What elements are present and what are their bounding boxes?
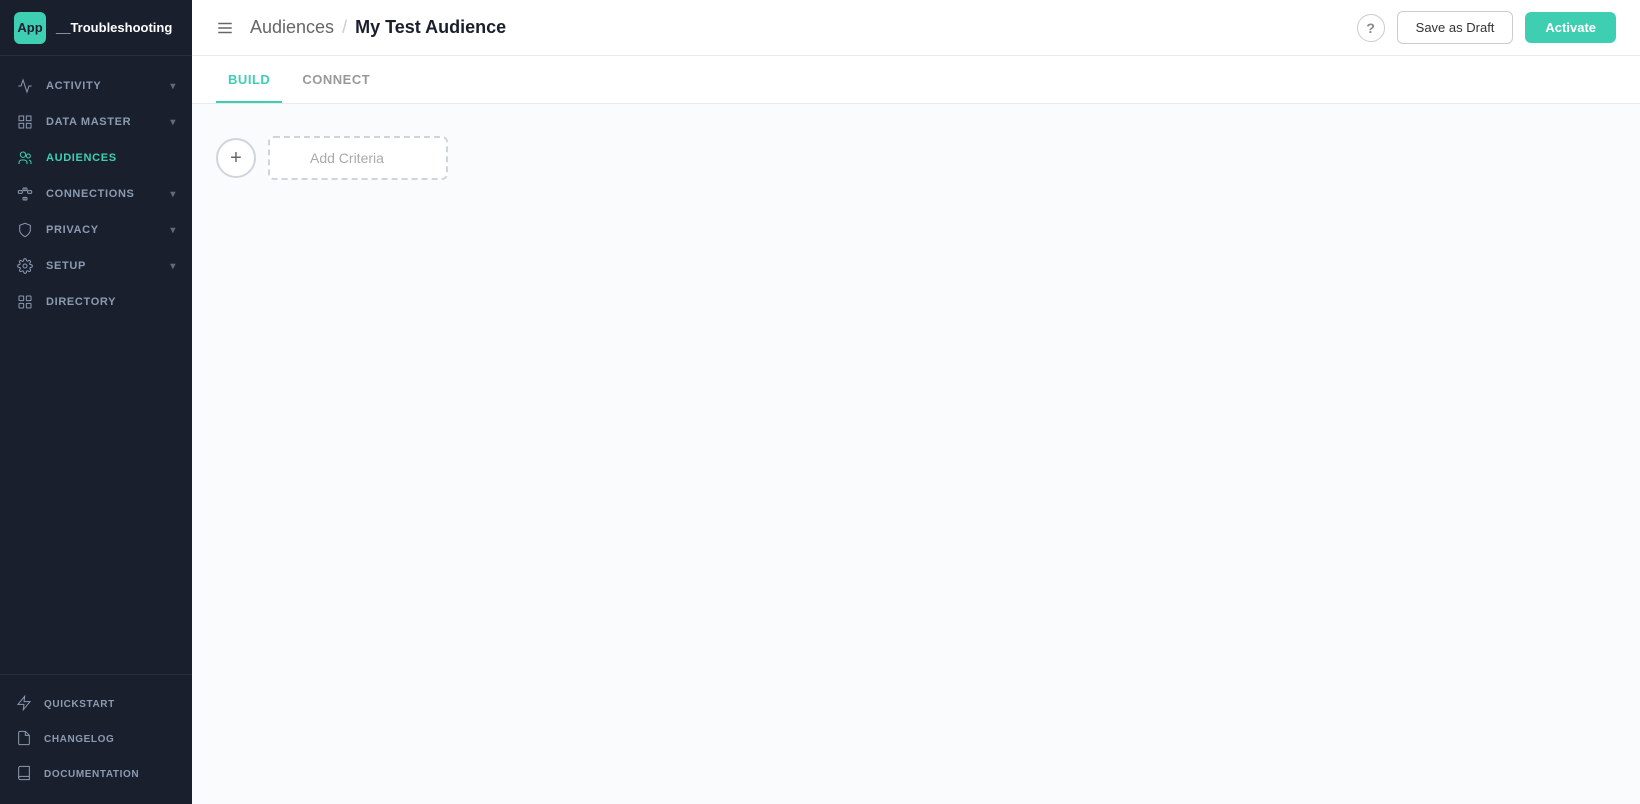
- sidebar-item-label: SETUP: [46, 260, 86, 272]
- tabs-bar: BUILD CONNECT: [192, 56, 1640, 104]
- sidebar-item-quickstart[interactable]: QUICKSTART: [0, 687, 192, 722]
- chevron-down-icon: ▾: [170, 117, 176, 128]
- sidebar-item-label: PRIVACY: [46, 224, 99, 236]
- sidebar-logo: App __Troubleshooting: [0, 0, 192, 56]
- sidebar-item-label: DOCUMENTATION: [44, 769, 139, 780]
- tab-connect[interactable]: CONNECT: [290, 56, 382, 103]
- app-name: __Troubleshooting: [56, 20, 172, 35]
- breadcrumb: Audiences / My Test Audience: [250, 17, 1357, 38]
- sidebar-item-label: ACTIVITY: [46, 80, 101, 92]
- sidebar-item-data-master[interactable]: DATA MASTER ▾: [0, 104, 192, 140]
- sidebar-item-label: QUICKSTART: [44, 699, 115, 710]
- sidebar-item-activity[interactable]: ACTIVITY ▾: [0, 68, 192, 104]
- sidebar-item-privacy[interactable]: PRIVACY ▾: [0, 212, 192, 248]
- setup-icon: [16, 257, 34, 275]
- sidebar-item-label: CONNECTIONS: [46, 188, 135, 200]
- sidebar-item-connections[interactable]: CONNECTIONS ▾: [0, 176, 192, 212]
- sidebar-item-label: DIRECTORY: [46, 296, 116, 308]
- data-master-icon: [16, 113, 34, 131]
- build-area: + Add Criteria: [192, 104, 1640, 804]
- breadcrumb-separator: /: [342, 17, 347, 38]
- audiences-icon: [16, 149, 34, 167]
- chevron-down-icon: ▾: [170, 81, 176, 92]
- help-button[interactable]: ?: [1357, 14, 1385, 42]
- chevron-down-icon: ▾: [170, 261, 176, 272]
- activity-icon: [16, 77, 34, 95]
- sidebar-item-audiences[interactable]: AUDIENCES: [0, 140, 192, 176]
- content-area: BUILD CONNECT + Add Criteria: [192, 56, 1640, 804]
- sidebar-item-documentation[interactable]: DOCUMENTATION: [0, 757, 192, 792]
- quickstart-icon: [16, 695, 32, 714]
- sidebar-nav: ACTIVITY ▾ DATA MASTER ▾ AUDIENCES CONNE…: [0, 56, 192, 674]
- hamburger-menu-icon[interactable]: [216, 19, 234, 37]
- sidebar: App __Troubleshooting ACTIVITY ▾ DATA MA…: [0, 0, 192, 804]
- documentation-icon: [16, 765, 32, 784]
- privacy-icon: [16, 221, 34, 239]
- breadcrumb-current: My Test Audience: [355, 17, 506, 38]
- sidebar-item-directory[interactable]: DIRECTORY: [0, 284, 192, 320]
- sidebar-item-label: AUDIENCES: [46, 152, 117, 164]
- save-draft-button[interactable]: Save as Draft: [1397, 11, 1514, 44]
- criteria-row: + Add Criteria: [216, 136, 1616, 180]
- chevron-down-icon: ▾: [170, 189, 176, 200]
- sidebar-item-label: DATA MASTER: [46, 116, 131, 128]
- sidebar-bottom: QUICKSTART CHANGELOG DOCUMENTATION: [0, 674, 192, 804]
- breadcrumb-parent[interactable]: Audiences: [250, 17, 334, 38]
- add-criteria-circle-button[interactable]: +: [216, 138, 256, 178]
- activate-button[interactable]: Activate: [1525, 12, 1616, 43]
- add-criteria-box-button[interactable]: Add Criteria: [268, 136, 448, 180]
- chevron-down-icon: ▾: [170, 225, 176, 236]
- connections-icon: [16, 185, 34, 203]
- tab-build[interactable]: BUILD: [216, 56, 282, 103]
- app-logo: App: [14, 12, 46, 44]
- sidebar-item-changelog[interactable]: CHANGELOG: [0, 722, 192, 757]
- main-area: Audiences / My Test Audience ? Save as D…: [192, 0, 1640, 804]
- sidebar-item-label: CHANGELOG: [44, 734, 114, 745]
- sidebar-item-setup[interactable]: SETUP ▾: [0, 248, 192, 284]
- directory-icon: [16, 293, 34, 311]
- header-actions: ? Save as Draft Activate: [1357, 11, 1616, 44]
- header: Audiences / My Test Audience ? Save as D…: [192, 0, 1640, 56]
- changelog-icon: [16, 730, 32, 749]
